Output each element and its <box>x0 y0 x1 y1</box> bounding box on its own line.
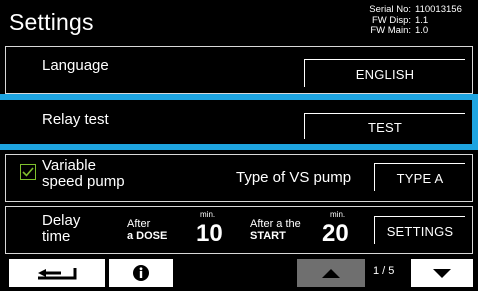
triangle-up-icon <box>322 269 340 278</box>
variable-speed-line1: Variable <box>42 157 96 174</box>
vs-pump-type-select[interactable]: TYPE A <box>374 163 465 191</box>
vs-pump-type-label: Type of VS pump <box>236 169 352 186</box>
relay-test-label: Relay test <box>42 111 109 128</box>
fw-main-label: FW Main: <box>370 25 411 36</box>
variable-speed-line2: speed pump <box>42 173 125 190</box>
language-row: Language ENGLISH <box>5 46 473 94</box>
after-dose-label: After a DOSE <box>127 218 167 242</box>
dose-unit: min. <box>200 210 216 219</box>
checkmark-icon <box>22 167 34 177</box>
dose-delay-value[interactable]: 10 <box>196 220 223 248</box>
language-label: Language <box>42 57 109 74</box>
info-icon <box>133 265 149 281</box>
after-start-line1: After a the <box>250 218 301 230</box>
page-indicator: 1 / 5 <box>373 265 395 277</box>
relay-test-row: Relay test TEST <box>5 98 473 150</box>
delay-time-label: Delay time <box>42 213 80 245</box>
after-dose-line1: After <box>127 218 151 230</box>
after-dose-line2: a DOSE <box>127 230 168 242</box>
after-start-line2: START <box>250 230 286 242</box>
after-start-label: After a the START <box>250 218 301 242</box>
start-delay-value[interactable]: 20 <box>322 220 349 248</box>
settings-screen: Settings Serial No: 110013156 FW Disp: 1… <box>0 0 478 291</box>
delay-settings-button[interactable]: SETTINGS <box>374 216 465 244</box>
language-select[interactable]: ENGLISH <box>304 59 465 87</box>
back-button[interactable] <box>9 259 105 287</box>
fw-main-value: 1.0 <box>415 25 429 36</box>
triangle-down-icon <box>433 269 451 278</box>
scroll-down-button[interactable] <box>411 259 473 287</box>
scroll-up-button[interactable] <box>297 259 365 287</box>
serial-row: Serial No: 110013156 <box>357 4 472 16</box>
variable-speed-pump-label: Variable speed pump <box>42 158 125 190</box>
info-button[interactable] <box>109 259 173 287</box>
bottom-navigation: 1 / 5 <box>5 259 473 287</box>
start-unit: min. <box>330 210 346 219</box>
serial-value: 110013156 <box>415 4 462 15</box>
return-arrow-icon <box>38 268 77 280</box>
variable-speed-checkbox[interactable] <box>20 164 36 180</box>
device-info: Serial No: 110013156 FW Disp: 1.1 FW Mai… <box>357 4 472 37</box>
serial-label: Serial No: <box>369 4 411 15</box>
page-title: Settings <box>9 9 94 35</box>
delay-time-line2: time <box>42 228 71 245</box>
delay-time-line1: Delay <box>42 212 81 229</box>
relay-test-button[interactable]: TEST <box>304 113 465 139</box>
fw-main-row: FW Main: 1.0 <box>357 25 472 37</box>
